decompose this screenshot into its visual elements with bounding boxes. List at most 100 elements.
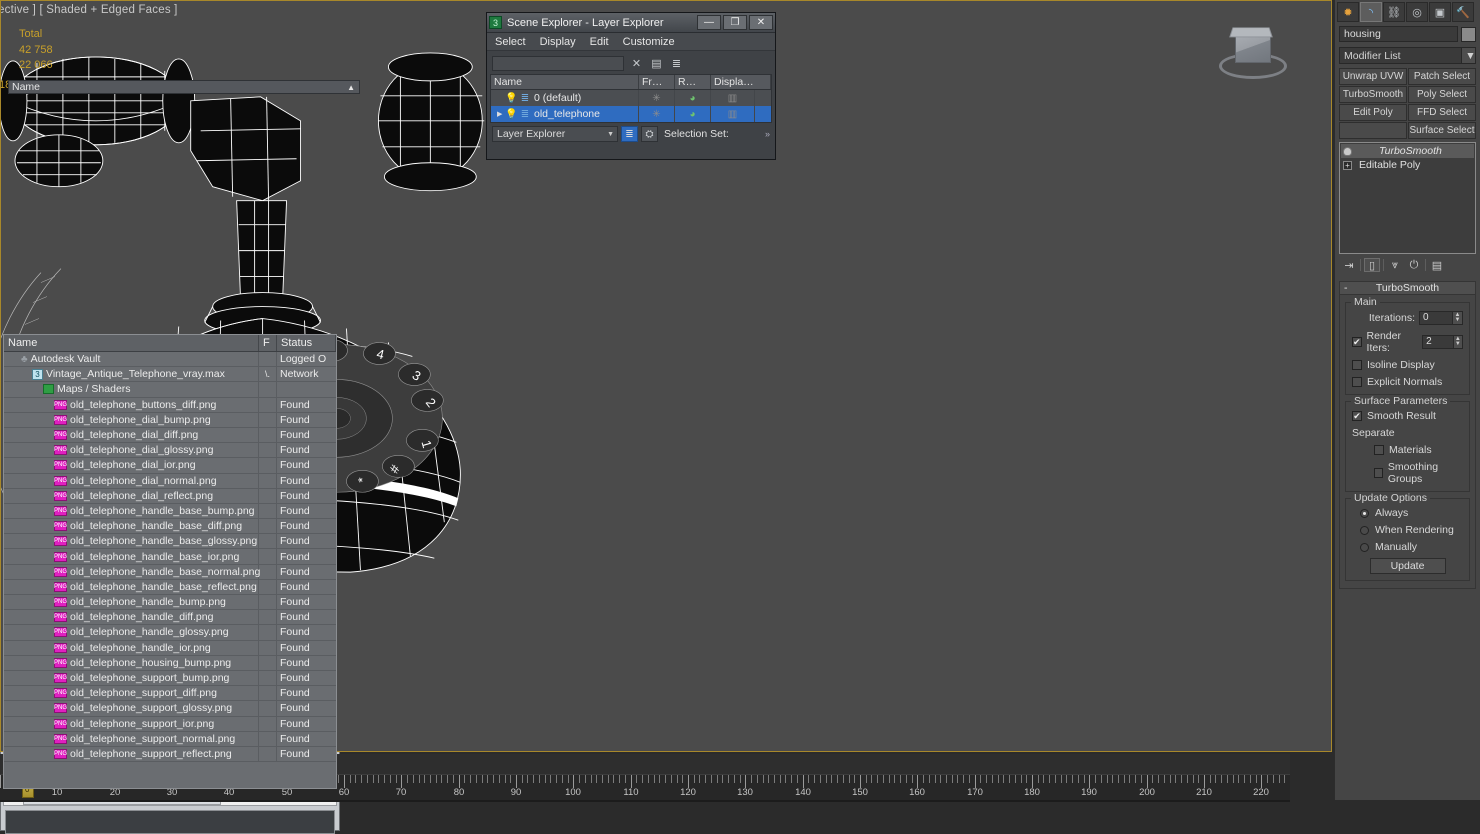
asset-row[interactable]: PNG old_telephone_handle_base_normal.png F… <box>4 564 336 580</box>
new-layer-icon[interactable]: ▤ <box>649 56 664 71</box>
iterations-spinner[interactable]: ▲ ▼ <box>1453 311 1463 325</box>
asset-row[interactable]: PNG old_telephone_support_reflect.png Foun… <box>4 746 336 763</box>
turbosmooth-rollout-header[interactable]: - TurboSmooth <box>1339 281 1476 295</box>
asset-row[interactable]: PNG old_telephone_dial_normal.png Found <box>4 473 336 489</box>
light-bulb-icon[interactable]: 💡 <box>505 93 517 104</box>
render-iters-field[interactable]: 2 <box>1422 335 1454 349</box>
utilities-tab[interactable]: 🔨 <box>1452 2 1474 22</box>
isoline-display-checkbox[interactable] <box>1352 360 1362 370</box>
display-toggle[interactable]: ▥ <box>711 106 755 122</box>
materials-checkbox[interactable] <box>1374 445 1384 455</box>
update-option-row[interactable]: Always <box>1352 507 1463 519</box>
smooth-result-checkbox[interactable]: ✔ <box>1352 411 1362 421</box>
scene-explorer-menu-customize[interactable]: Customize <box>623 36 675 48</box>
motion-tab[interactable]: ◎ <box>1406 2 1428 22</box>
asset-row[interactable]: PNG old_telephone_dial_glossy.png Found <box>4 443 336 459</box>
modifier-stack-item[interactable]: TurboSmooth <box>1341 144 1474 158</box>
render-iters-checkbox[interactable]: ✔ <box>1352 337 1362 347</box>
view-cube[interactable] <box>1217 23 1289 89</box>
asset-row[interactable]: PNG old_telephone_handle_base_ior.png Foun… <box>4 549 336 565</box>
hierarchy-tab[interactable]: ⛓ <box>1383 2 1405 22</box>
modifier-button-unwrap-uvw[interactable]: Unwrap UVW <box>1339 68 1407 85</box>
display-tab[interactable]: ▣ <box>1429 2 1451 22</box>
overflow-chevrons-icon[interactable]: » <box>765 129 770 139</box>
isoline-row[interactable]: Isoline Display <box>1352 359 1463 371</box>
layer-view-toggle[interactable]: ≣ <box>621 126 638 142</box>
hierarchy-view-toggle[interactable]: ⛭ <box>641 126 658 142</box>
view-cube-top-face[interactable] <box>1229 27 1273 38</box>
column-name[interactable]: Name <box>491 75 639 89</box>
explicit-normals-checkbox[interactable] <box>1352 377 1362 387</box>
modifier-list-dropdown[interactable]: Modifier List ▼ <box>1339 47 1476 64</box>
create-tab[interactable]: ✹ <box>1337 2 1359 22</box>
maximize-button[interactable]: ❐ <box>723 15 747 30</box>
track-bar[interactable] <box>0 800 1290 802</box>
modifier-button-surface-select[interactable]: Surface Select <box>1408 122 1476 139</box>
scene-explorer-menu-display[interactable]: Display <box>540 36 576 48</box>
display-toggle[interactable]: ▥ <box>711 90 755 106</box>
asset-row[interactable]: PNG old_telephone_buttons_diff.png Found <box>4 397 336 413</box>
render-iters-spinner[interactable]: ▲ ▼ <box>1453 335 1463 349</box>
object-color-swatch[interactable] <box>1461 26 1476 42</box>
asset-row[interactable]: PNG old_telephone_support_normal.png Found <box>4 731 336 747</box>
select-from-scene-name-header[interactable]: Name ▲ <box>8 80 360 94</box>
update-option-row[interactable]: Manually <box>1352 541 1463 553</box>
collapse-icon[interactable]: - <box>1344 282 1348 294</box>
render-toggle[interactable]: ◕ <box>675 106 711 122</box>
asset-row[interactable]: PNG old_telephone_dial_reflect.png Found <box>4 488 336 504</box>
scene-explorer-menu-edit[interactable]: Edit <box>590 36 609 48</box>
asset-row[interactable]: PNG old_telephone_handle_base_reflect.png… <box>4 579 336 595</box>
asset-row[interactable]: PNG old_telephone_handle_glossy.png Found <box>4 625 336 641</box>
update-option-row[interactable]: When Rendering <box>1352 524 1463 536</box>
close-button[interactable]: ✕ <box>749 15 773 30</box>
asset-row[interactable]: PNG old_telephone_support_bump.png Found <box>4 670 336 687</box>
asset-row[interactable]: PNG old_telephone_handle_diff.png Found <box>4 610 336 626</box>
asset-row[interactable]: PNG old_telephone_support_ior.png Found <box>4 716 336 732</box>
column-status[interactable]: Status <box>277 335 336 351</box>
asset-row[interactable]: PNG old_telephone_handle_ior.png Found <box>4 640 336 656</box>
modifier-stack-list[interactable]: TurboSmooth + Editable Poly <box>1339 142 1476 254</box>
modifier-stack-item[interactable]: + Editable Poly <box>1341 158 1474 172</box>
column-frozen[interactable]: Fr… <box>639 75 675 89</box>
modifier-button-poly-select[interactable]: Poly Select <box>1408 86 1476 103</box>
explicit-normals-row[interactable]: Explicit Normals <box>1352 376 1463 388</box>
object-name-field[interactable]: housing <box>1339 26 1458 42</box>
layer-manager-icon[interactable]: ≣ <box>669 56 684 71</box>
smoothing-groups-checkbox[interactable] <box>1374 468 1383 478</box>
asset-row[interactable]: Maps / Shaders <box>4 382 336 398</box>
freeze-toggle[interactable]: ✳ <box>639 106 675 122</box>
modifier-button-ffd-select[interactable]: FFD Select <box>1408 104 1476 121</box>
asset-row[interactable]: PNG old_telephone_handle_base_bump.png Fou… <box>4 503 336 520</box>
show-end-result-icon[interactable]: ▯ <box>1364 258 1380 272</box>
chevron-down-icon[interactable]: ▼ <box>1461 48 1476 63</box>
plus-icon[interactable]: + <box>1343 160 1352 170</box>
modifier-button-turbosmooth[interactable]: TurboSmooth <box>1339 86 1407 103</box>
radio-always[interactable] <box>1360 508 1369 518</box>
chevron-down-icon[interactable]: ▼ <box>607 131 614 138</box>
layer-row[interactable]: ▶ 💡 ≣ old_telephone ✳ ◕ ▥ <box>491 106 771 122</box>
modifier-button-edit-poly[interactable]: Edit Poly <box>1339 104 1407 121</box>
asset-row[interactable]: PNG old_telephone_support_glossy.png Found <box>4 701 336 717</box>
asset-row[interactable]: PNG old_telephone_dial_ior.png Found <box>4 458 336 474</box>
asset-row[interactable]: 3 Vintage_Antique_Telephone_vray.max \. Net… <box>4 367 336 383</box>
clear-search-icon[interactable]: ✕ <box>629 56 644 71</box>
configure-modifier-sets-icon[interactable]: ▤ <box>1429 258 1445 272</box>
scene-explorer-search-input[interactable] <box>492 56 624 71</box>
radio-manually[interactable] <box>1360 542 1369 552</box>
asset-row[interactable]: PNG old_telephone_handle_base_diff.png Fou… <box>4 519 336 535</box>
column-display[interactable]: Displa… <box>711 75 771 89</box>
view-cube-box[interactable] <box>1235 33 1271 63</box>
scene-explorer-window[interactable]: 3 Scene Explorer - Layer Explorer — ❐ ✕ … <box>486 12 776 160</box>
remove-modifier-icon[interactable]: ⏻ <box>1406 258 1422 272</box>
sort-ascending-icon[interactable]: ▲ <box>347 83 355 92</box>
smoothing-groups-row[interactable]: Smoothing Groups <box>1352 461 1463 485</box>
explorer-mode-combo[interactable]: Layer Explorer ▼ <box>492 126 618 142</box>
minimize-button[interactable]: — <box>697 15 721 30</box>
asset-tracking-window[interactable]: 3 Asset Tracking — ❐ ✕ ServerFilePathsBi… <box>0 275 340 834</box>
asset-row[interactable]: ♣ Autodesk Vault Logged O <box>4 352 336 368</box>
iterations-field[interactable]: 0 <box>1419 311 1453 325</box>
radio-when-rendering[interactable] <box>1360 525 1369 535</box>
asset-tracking-grid[interactable]: Name F Status ♣ Autodesk Vault Logged O 3 Vi… <box>3 334 337 789</box>
render-toggle[interactable]: ◕ <box>675 90 711 106</box>
materials-row[interactable]: Materials <box>1352 444 1463 456</box>
